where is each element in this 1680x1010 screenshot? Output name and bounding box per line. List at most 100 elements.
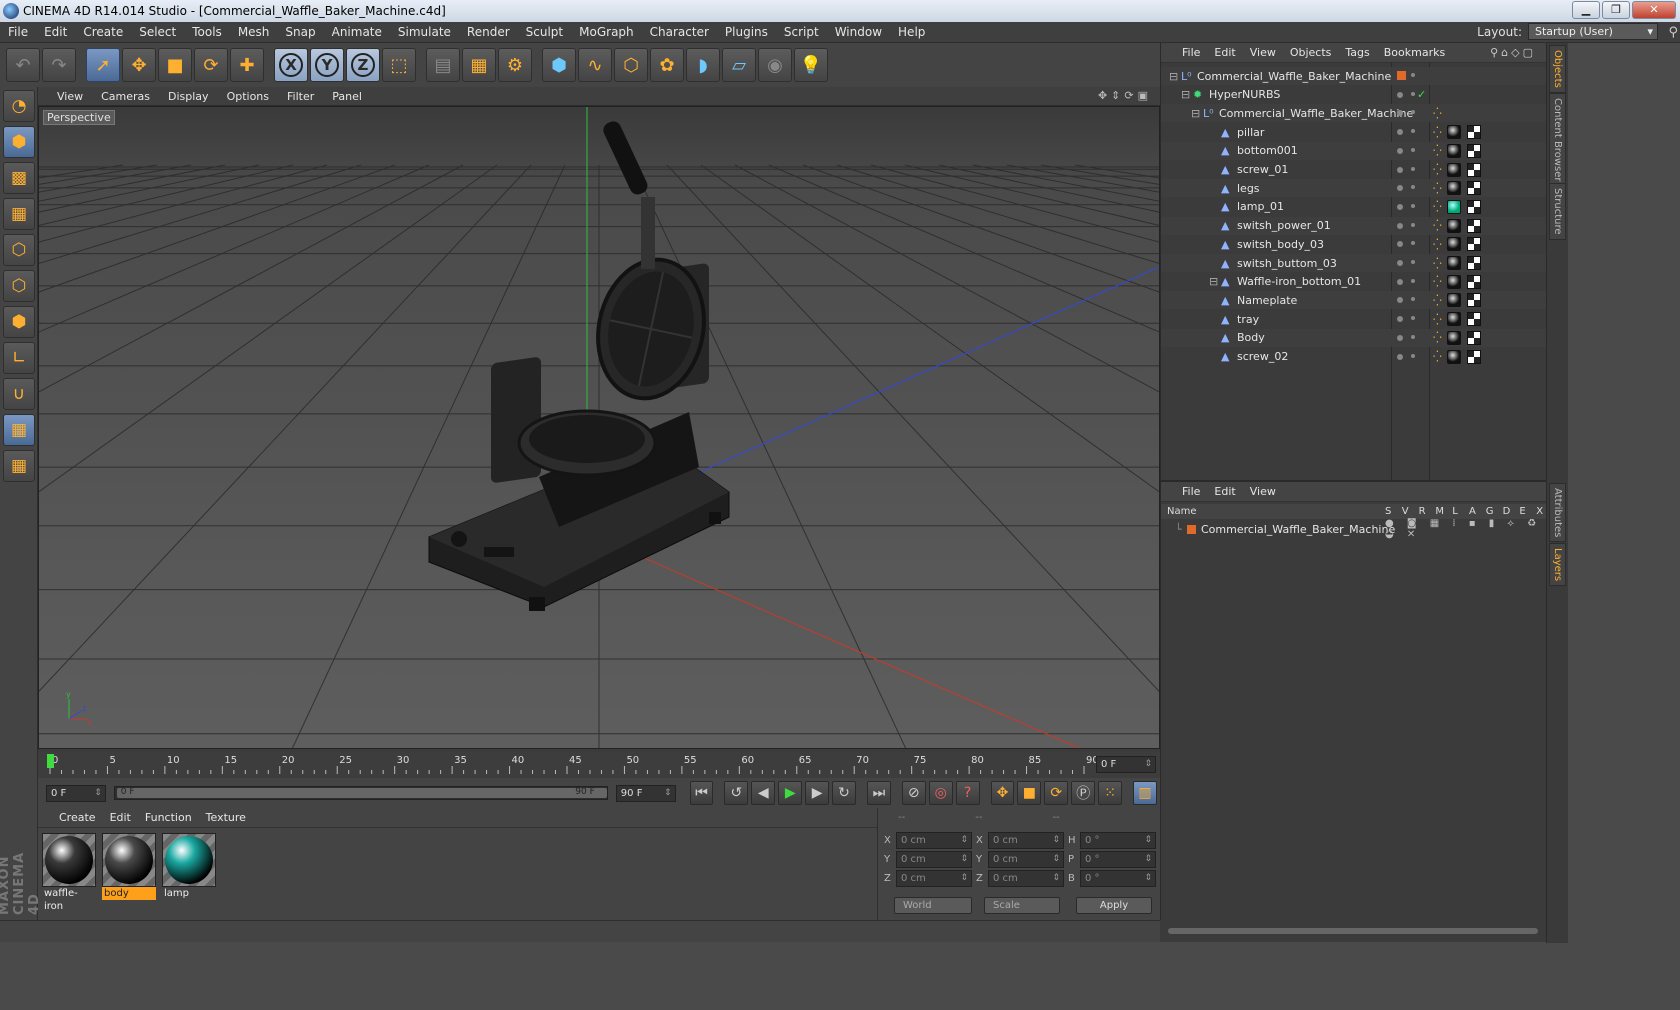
- keyframe-selection-icon[interactable]: ?: [955, 781, 980, 805]
- material-menu-function[interactable]: Function: [138, 811, 199, 824]
- coordinate-field[interactable]: 0 cm: [988, 851, 1064, 868]
- layer-row[interactable]: └ Commercial_Waffle_Baker_Machine ● ◙ ▦ …: [1161, 518, 1547, 540]
- object-row[interactable]: ▲ switsh_buttom_03 ⁛: [1161, 254, 1547, 272]
- phong-tag-icon[interactable]: ⁛: [1433, 257, 1442, 270]
- object-name[interactable]: screw_01: [1237, 163, 1288, 176]
- object-menu-edit[interactable]: Edit: [1207, 46, 1242, 59]
- editor-visibility-dot[interactable]: [1397, 129, 1403, 136]
- layer-column-g[interactable]: G: [1486, 506, 1494, 517]
- object-name[interactable]: Waffle-iron_bottom_01: [1237, 275, 1361, 288]
- tab-structure[interactable]: Structure: [1549, 183, 1566, 240]
- object-row[interactable]: L⁰ ⊟ Commercial_Waffle_Baker_Machine: [1161, 67, 1547, 85]
- material-tag-icon[interactable]: [1447, 330, 1461, 345]
- phong-tag-icon[interactable]: ⁛: [1433, 313, 1442, 326]
- layer-column-r[interactable]: R: [1419, 506, 1426, 517]
- menu-simulate[interactable]: Simulate: [390, 25, 459, 39]
- scale-icon[interactable]: ■: [158, 48, 192, 82]
- phong-tag-icon[interactable]: ⁛: [1433, 350, 1442, 363]
- mograph-cloner-icon[interactable]: ✿: [650, 48, 684, 82]
- viewport-menu-panel[interactable]: Panel: [323, 90, 371, 103]
- viewport-nav-icons[interactable]: ✥⇕⟳▣: [1098, 89, 1152, 102]
- editor-visibility-dot[interactable]: [1397, 278, 1403, 285]
- next-frame-icon[interactable]: ▶: [805, 781, 830, 805]
- viewport-menu-display[interactable]: Display: [159, 90, 218, 103]
- tab-layers[interactable]: Layers: [1549, 543, 1566, 587]
- object-name[interactable]: HyperNURBS: [1209, 88, 1280, 101]
- expand-toggle-icon[interactable]: ⊟: [1209, 275, 1218, 288]
- object-menu-objects[interactable]: Objects: [1283, 46, 1339, 59]
- render-visibility-dot[interactable]: [1411, 203, 1415, 208]
- menu-edit[interactable]: Edit: [36, 25, 75, 39]
- object-manager-tools-icon[interactable]: ⚲⌂◇▢: [1490, 46, 1536, 59]
- coordinate-field[interactable]: 0 cm: [896, 832, 972, 849]
- uvw-tag-icon[interactable]: [1467, 274, 1481, 289]
- uvw-tag-icon[interactable]: [1467, 293, 1481, 308]
- material-tag-icon[interactable]: [1447, 125, 1461, 140]
- coordinate-field[interactable]: 0 °: [1080, 870, 1156, 887]
- frame-range-slider[interactable]: 0 F 90 F: [113, 786, 608, 800]
- menu-mograph[interactable]: MoGraph: [571, 25, 642, 39]
- editor-visibility-dot[interactable]: [1397, 316, 1403, 323]
- render-picture-viewer-icon[interactable]: ▦: [462, 48, 496, 82]
- menu-select[interactable]: Select: [131, 25, 184, 39]
- object-row[interactable]: ▲ screw_02 ⁛: [1161, 348, 1547, 366]
- material-menu-texture[interactable]: Texture: [199, 811, 253, 824]
- coordinate-mode-dropdown[interactable]: World: [894, 897, 972, 914]
- viewport-menu-filter[interactable]: Filter: [278, 90, 323, 103]
- redo-icon[interactable]: ↷: [42, 48, 76, 82]
- object-name[interactable]: tray: [1237, 313, 1259, 326]
- render-settings-icon[interactable]: ⚙: [498, 48, 532, 82]
- uvw-tag-icon[interactable]: [1467, 237, 1481, 252]
- object-name[interactable]: pillar: [1237, 126, 1264, 139]
- viewport-menu-view[interactable]: View: [48, 90, 92, 103]
- axis-mode-icon[interactable]: ∟: [3, 342, 35, 374]
- spline-pen-icon[interactable]: ∿: [578, 48, 612, 82]
- menu-animate[interactable]: Animate: [324, 25, 390, 39]
- layer-menu-view[interactable]: View: [1243, 485, 1283, 498]
- render-visibility-dot[interactable]: [1411, 334, 1415, 339]
- material-tag-icon[interactable]: [1447, 181, 1461, 196]
- object-name[interactable]: Commercial_Waffle_Baker_Machine: [1197, 70, 1391, 83]
- editor-visibility-dot[interactable]: [1397, 334, 1403, 341]
- transform-mode-dropdown[interactable]: Scale: [984, 897, 1060, 914]
- key-scale-icon[interactable]: ■: [1017, 781, 1042, 805]
- phong-tag-icon[interactable]: ⁛: [1433, 144, 1442, 157]
- menu-sculpt[interactable]: Sculpt: [518, 25, 571, 39]
- layer-name[interactable]: Commercial_Waffle_Baker_Machine: [1201, 523, 1395, 536]
- x-axis-lock-icon[interactable]: X: [274, 48, 308, 82]
- object-menu-view[interactable]: View: [1243, 46, 1283, 59]
- workplane-lock-icon[interactable]: ▦: [3, 414, 35, 446]
- live-selection-icon[interactable]: ➚: [86, 48, 120, 82]
- search-icon[interactable]: ⚲: [1668, 25, 1678, 40]
- material-menu-edit[interactable]: Edit: [103, 811, 138, 824]
- object-menu-tags[interactable]: Tags: [1338, 46, 1376, 59]
- phong-tag-icon[interactable]: ⁛: [1433, 238, 1442, 251]
- coordinate-field[interactable]: 0 cm: [988, 870, 1064, 887]
- horizontal-scrollbar[interactable]: [1160, 920, 1546, 942]
- material-preview[interactable]: [102, 833, 156, 887]
- floor-icon[interactable]: ▱: [722, 48, 756, 82]
- editor-visibility-dot[interactable]: [1397, 241, 1403, 248]
- material-preview[interactable]: [162, 833, 216, 887]
- uvw-tag-icon[interactable]: [1467, 125, 1481, 140]
- editor-visibility-dot[interactable]: [1397, 203, 1403, 210]
- object-menu-file[interactable]: File: [1175, 46, 1207, 59]
- menu-mesh[interactable]: Mesh: [230, 25, 278, 39]
- material-tag-icon[interactable]: [1447, 199, 1461, 214]
- object-menu-bookmarks[interactable]: Bookmarks: [1377, 46, 1452, 59]
- camera-icon[interactable]: ◉: [758, 48, 792, 82]
- phong-tag-icon[interactable]: ⁛: [1433, 294, 1442, 307]
- tab-content-browser[interactable]: Content Browser: [1549, 93, 1566, 187]
- render-visibility-dot[interactable]: [1411, 110, 1415, 115]
- layer-column-a[interactable]: A: [1469, 506, 1476, 517]
- object-row[interactable]: L⁰ ⊟ Commercial_Waffle_Baker_Machine ⁛: [1161, 104, 1547, 123]
- object-row[interactable]: ▲ screw_01 ⁛: [1161, 161, 1547, 179]
- object-row[interactable]: ▲ switsh_power_01 ⁛: [1161, 216, 1547, 235]
- editor-visibility-dot[interactable]: [1397, 222, 1403, 229]
- start-frame-field[interactable]: 0 F: [46, 784, 106, 802]
- deformer-icon[interactable]: ◗: [686, 48, 720, 82]
- go-to-start-icon[interactable]: ⏮: [689, 781, 714, 805]
- phong-tag-icon[interactable]: ⁛: [1433, 182, 1442, 195]
- material-tag-icon[interactable]: [1447, 349, 1461, 364]
- object-row[interactable]: ▲ Body ⁛: [1161, 328, 1547, 347]
